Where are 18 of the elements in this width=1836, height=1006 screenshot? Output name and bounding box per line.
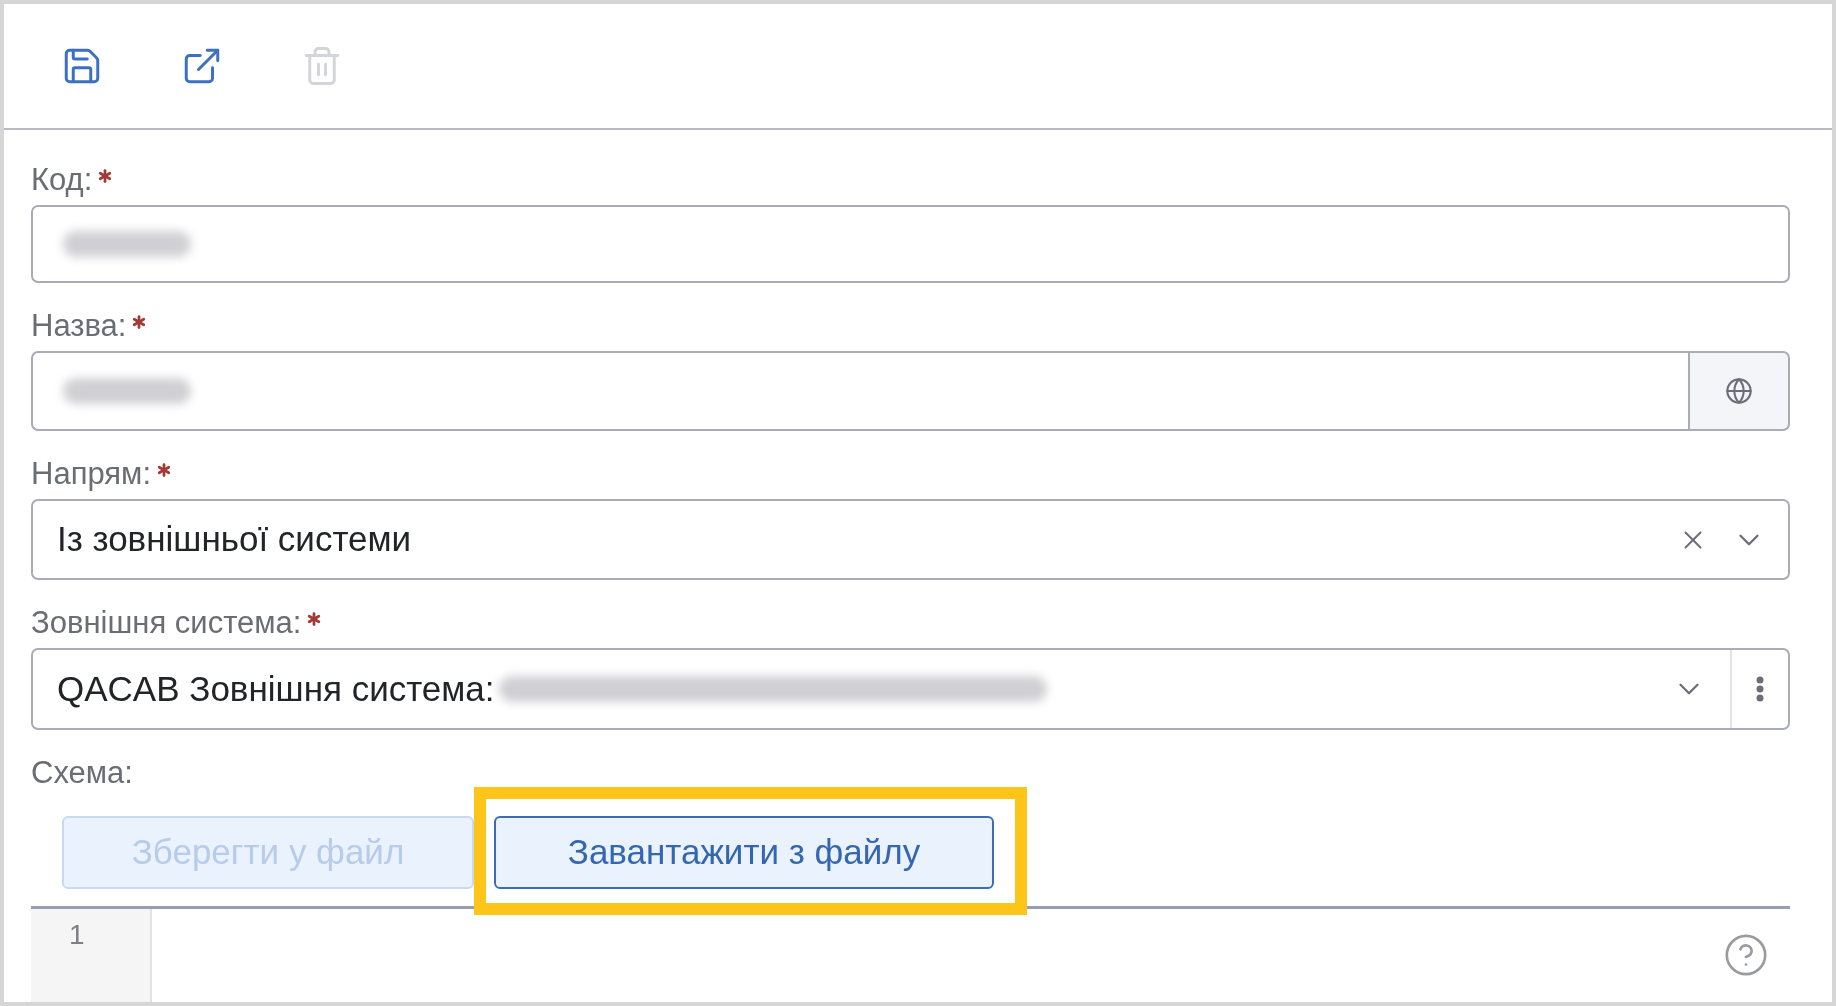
line-number: 1 <box>69 919 85 951</box>
text-field[interactable] <box>31 205 1790 283</box>
text-field[interactable] <box>31 351 1688 431</box>
code-editor[interactable]: 1 <box>31 906 1790 1002</box>
vertical-dots-icon <box>1756 676 1764 702</box>
translate-button[interactable] <box>1688 351 1790 431</box>
field-label: Схема: <box>31 756 133 790</box>
select-field[interactable]: QACAB Зовнішня система: <box>31 648 1790 730</box>
file-button[interactable]: Завантажити з файлу <box>494 816 994 889</box>
select-field[interactable]: Із зовнішньої системи <box>31 499 1790 580</box>
field-label: Напрям: <box>31 457 152 491</box>
field-label: Назва: <box>31 309 127 343</box>
field-label: Зовнішня система: <box>31 606 302 640</box>
globe-icon <box>1725 377 1753 405</box>
help-icon[interactable] <box>1723 932 1769 978</box>
select-value: QACAB Зовнішня система: <box>57 667 495 710</box>
field-label: Код: <box>31 163 93 197</box>
select-value: Із зовнішньої системи <box>57 518 413 561</box>
